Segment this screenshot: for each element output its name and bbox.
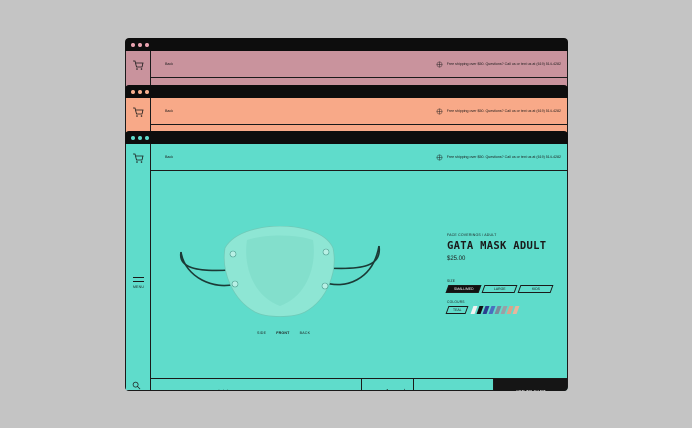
selected-colour: TEAL bbox=[445, 306, 469, 314]
globe-icon bbox=[436, 61, 443, 67]
title-bar bbox=[125, 131, 568, 144]
top-bar: Back Free shipping over $50. Questions? … bbox=[151, 98, 567, 125]
size-option-small-med[interactable]: SMALL/MED bbox=[445, 285, 482, 293]
view-selector: SIDE FRONT BACK bbox=[257, 331, 310, 335]
search-icon[interactable] bbox=[132, 381, 141, 390]
product-title: GATA MASK ADULT bbox=[447, 240, 547, 252]
maximize-dot[interactable] bbox=[145, 42, 149, 47]
buy-now-button[interactable]: BUY IT NOW bbox=[414, 379, 494, 391]
menu-label: MENU bbox=[132, 285, 145, 289]
increase-button[interactable]: + bbox=[402, 388, 406, 391]
shipping-notice: Free shipping over $50. Questions? Call … bbox=[446, 155, 561, 159]
quantity-stepper: − 1 + bbox=[362, 379, 414, 391]
size-options: SMALL/MED LARGE KIDS bbox=[445, 285, 554, 293]
shipping-notice: Free shipping over $50. Questions? Call … bbox=[446, 109, 561, 113]
browser-window-main: MENU Back Free shipping over $50. Questi… bbox=[125, 131, 568, 391]
breadcrumb[interactable]: FACE COVERINGS / ADULT bbox=[447, 233, 554, 237]
size-option-kids[interactable]: KIDS bbox=[517, 285, 554, 293]
maximize-dot[interactable] bbox=[145, 135, 149, 140]
product-price: $25.00 bbox=[447, 256, 466, 262]
colours-label: COLOURS bbox=[447, 300, 465, 304]
view-side[interactable]: SIDE bbox=[257, 331, 266, 335]
product-image-mask bbox=[180, 226, 380, 317]
view-back[interactable]: BACK bbox=[300, 331, 311, 335]
colour-options: TEAL bbox=[445, 306, 554, 314]
top-bar: Back Free shipping over $50. Questions? … bbox=[151, 144, 567, 171]
top-bar: Back Free shipping over $50. Questions? … bbox=[151, 51, 567, 78]
globe-icon bbox=[436, 154, 443, 160]
close-dot[interactable] bbox=[131, 89, 135, 94]
view-front[interactable]: FRONT bbox=[276, 331, 289, 335]
purchase-bar: GATA MASK ADULT - TEAL (S/M) − 1 + BUY I… bbox=[151, 378, 567, 391]
close-dot[interactable] bbox=[131, 42, 135, 47]
hamburger-icon bbox=[130, 277, 147, 282]
minimize-dot[interactable] bbox=[138, 42, 142, 47]
title-bar bbox=[125, 85, 568, 98]
size-option-large[interactable]: LARGE bbox=[481, 285, 518, 293]
sidebar: MENU bbox=[126, 144, 151, 390]
cart-icon[interactable] bbox=[132, 152, 144, 164]
title-bar bbox=[125, 38, 568, 51]
cart-icon[interactable] bbox=[132, 59, 144, 71]
decrease-button[interactable]: − bbox=[369, 388, 373, 391]
close-dot[interactable] bbox=[131, 135, 135, 140]
cart-icon[interactable] bbox=[132, 106, 144, 118]
size-label: SIZE bbox=[447, 279, 456, 283]
selected-variant: GATA MASK ADULT - TEAL (S/M) bbox=[151, 379, 362, 391]
quantity-value[interactable]: 1 bbox=[386, 389, 389, 392]
minimize-dot[interactable] bbox=[138, 135, 142, 140]
colour-swatch[interactable] bbox=[512, 306, 520, 314]
add-to-cart-button[interactable]: ADD TO CART bbox=[494, 379, 567, 391]
menu-button[interactable]: MENU bbox=[130, 277, 147, 289]
shipping-notice: Free shipping over $50. Questions? Call … bbox=[446, 62, 561, 66]
maximize-dot[interactable] bbox=[145, 89, 149, 94]
back-link[interactable]: Back bbox=[165, 109, 173, 113]
back-link[interactable]: Back bbox=[165, 62, 173, 66]
product-info: FACE COVERINGS / ADULT GATA MASK ADULT $… bbox=[445, 233, 554, 314]
globe-icon bbox=[436, 108, 443, 114]
minimize-dot[interactable] bbox=[138, 89, 142, 94]
back-link[interactable]: Back bbox=[165, 155, 173, 159]
